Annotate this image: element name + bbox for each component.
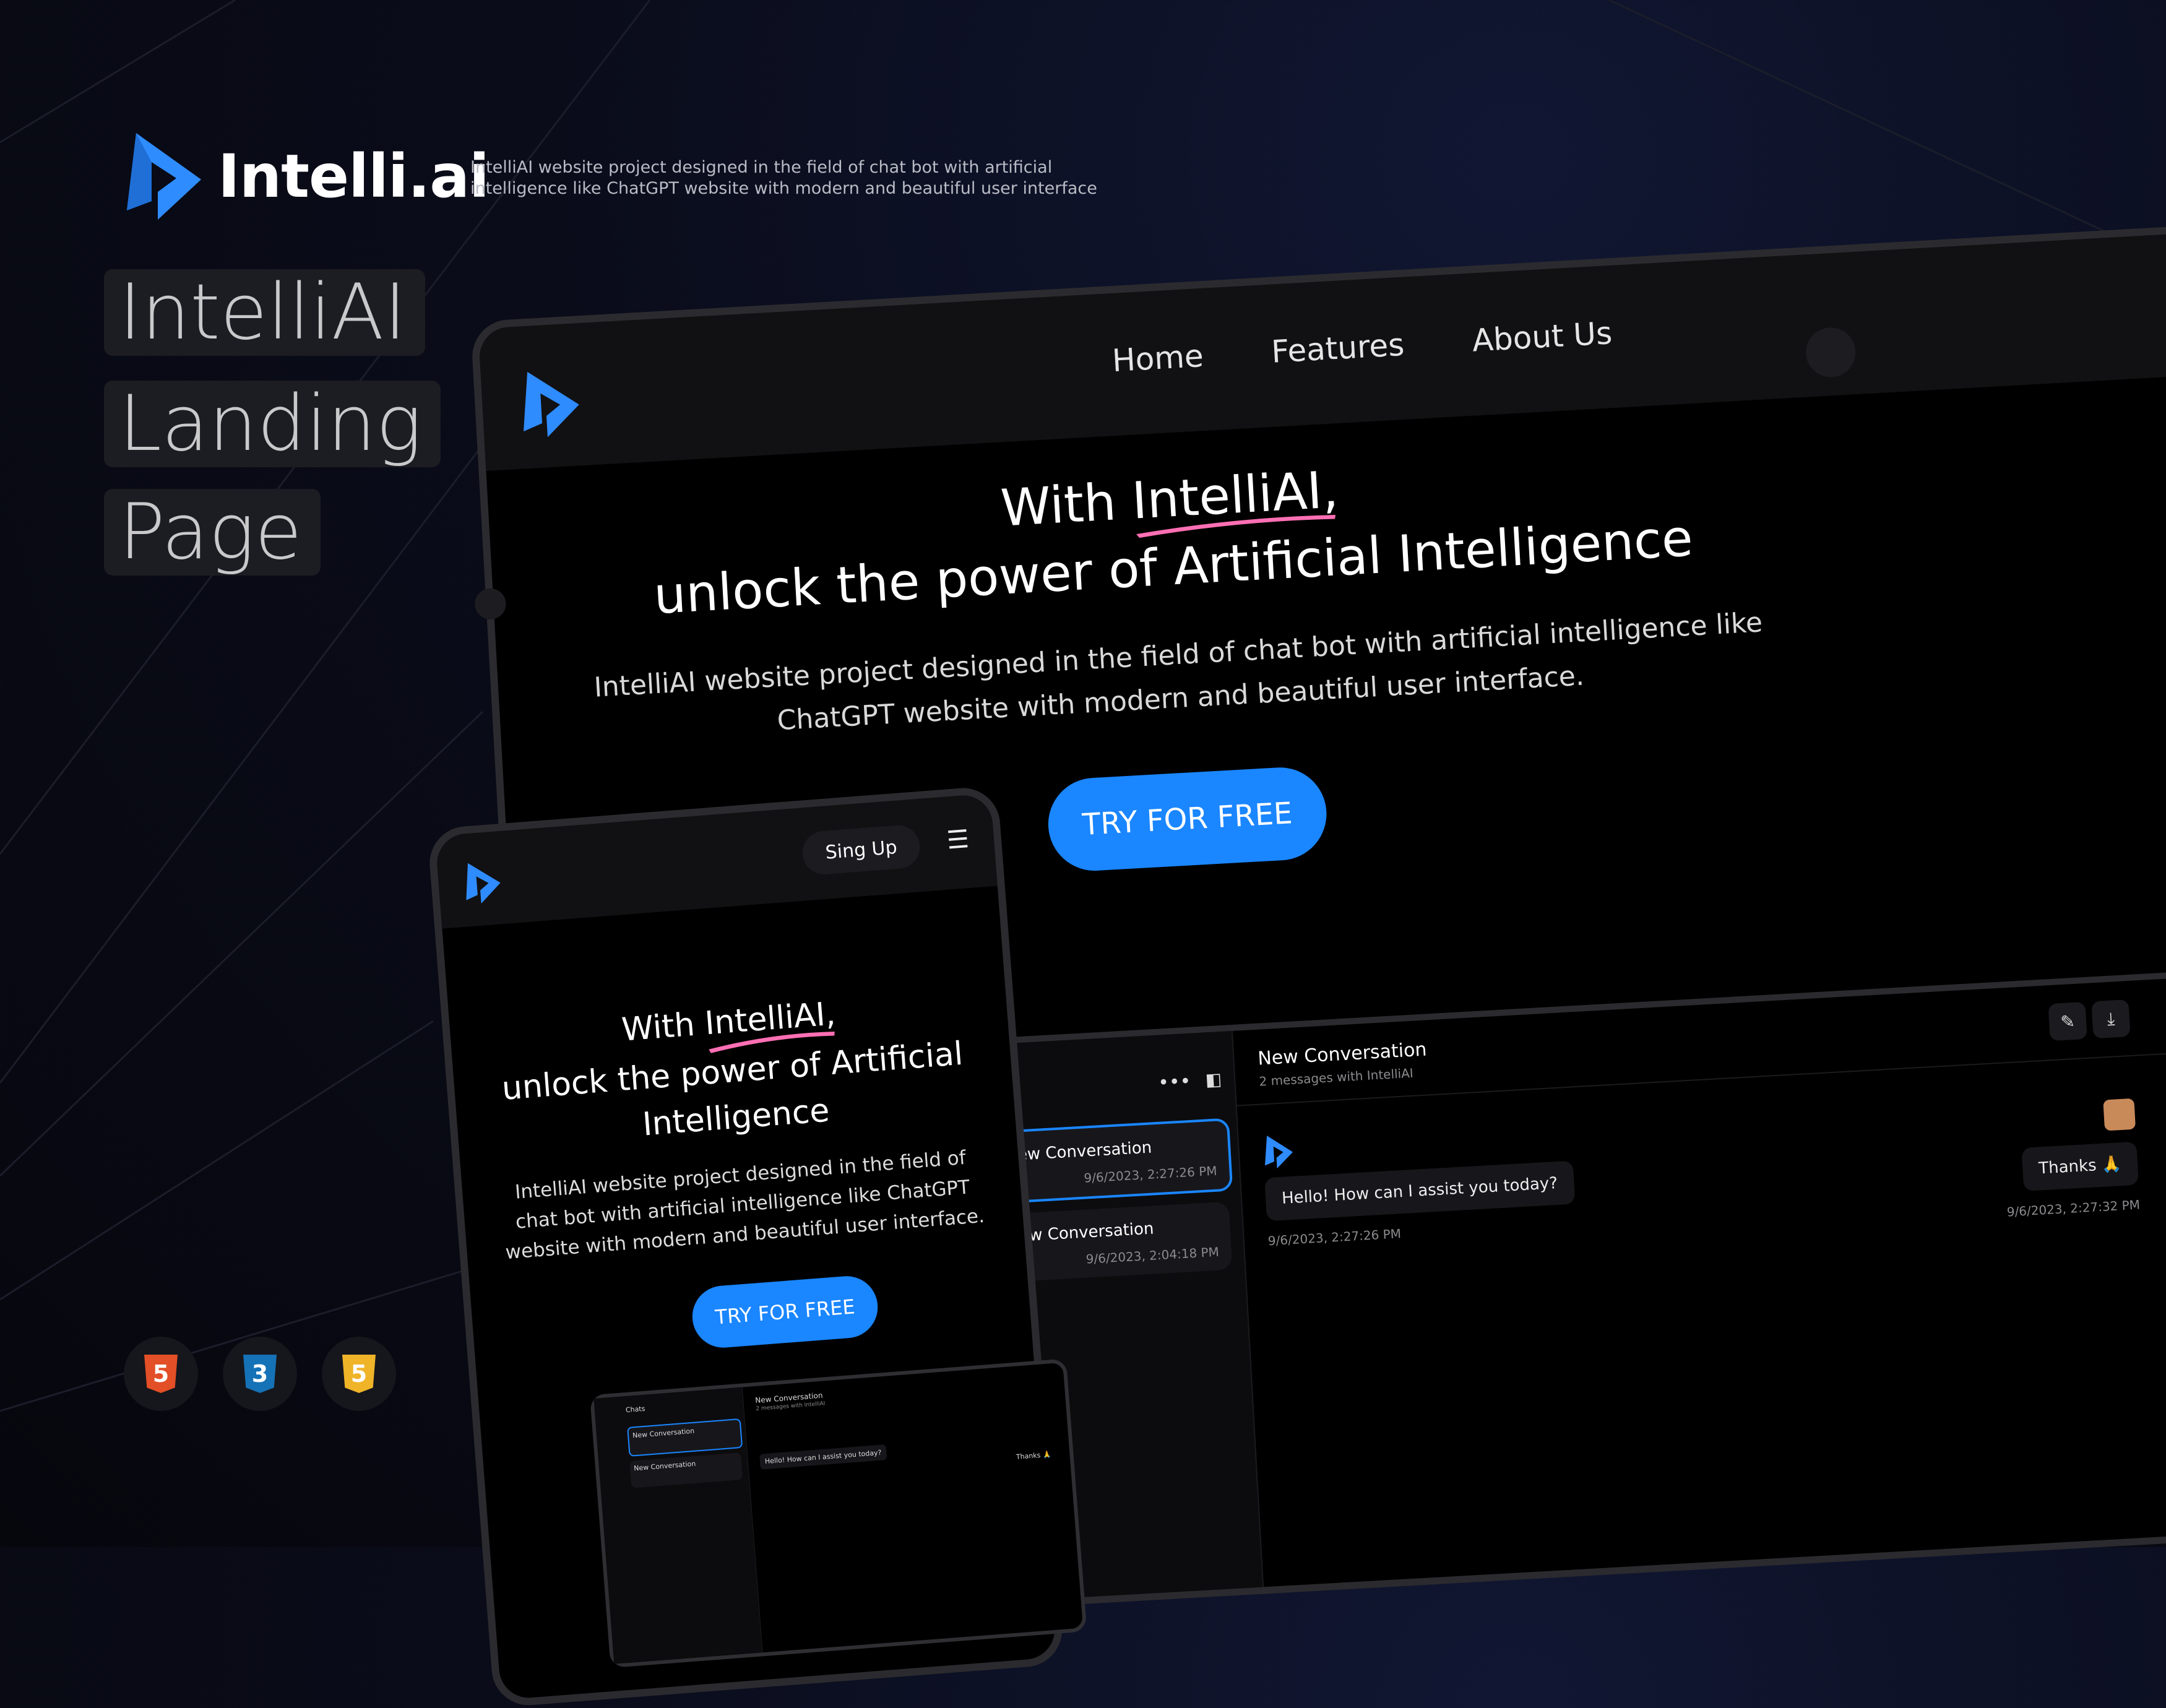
mini-conversation-item[interactable]: New Conversation <box>629 1452 743 1488</box>
brand-logo: Intelli.ai <box>124 130 490 223</box>
hero-prefix: With <box>999 472 1134 538</box>
tech-css3: 3 <box>223 1337 297 1411</box>
conversation-title: New Conversation <box>1004 1138 1152 1165</box>
tech-js: 5 <box>322 1337 396 1411</box>
chat-main: New Conversation 2 messages with Intelli… <box>1231 978 2166 1587</box>
mini-user-message: Thanks 🙏 <box>1016 1450 1051 1461</box>
conversation-date: 9/6/2023, 2:04:18 PM <box>1085 1244 1220 1267</box>
logo-icon <box>524 371 579 438</box>
sidebar-toggle-icon[interactable]: ◧ <box>1205 1069 1222 1090</box>
sign-up-button[interactable]: Sing Up <box>801 824 922 876</box>
nav-home[interactable]: Home <box>1111 338 1205 379</box>
html5-icon: 5 <box>144 1355 178 1393</box>
tablet-logo[interactable] <box>462 859 504 909</box>
conversation-date: 9/6/2023, 2:27:26 PM <box>1083 1163 1218 1186</box>
edit-icon[interactable]: ✎ <box>2048 1001 2087 1042</box>
user-avatar <box>2103 1098 2136 1131</box>
logo-icon <box>127 133 201 220</box>
brand-description: IntelliAI website project designed in th… <box>470 158 1097 198</box>
title-line-1: IntelliAI <box>104 269 425 356</box>
try-for-free-button[interactable]: TRY FOR FREE <box>690 1274 880 1350</box>
tablet-mockup: Sing Up ☰ With IntelliAI, unlock the pow… <box>427 785 1087 1708</box>
css3-icon: 3 <box>243 1355 277 1393</box>
chat-title: New Conversation <box>1257 1038 1428 1070</box>
bot-avatar-icon <box>1265 1136 1293 1169</box>
hero-prefix: With <box>620 1005 707 1049</box>
desktop-subtitle: IntelliAI website project designed in th… <box>593 606 1764 737</box>
download-icon[interactable]: ⤓ <box>2091 999 2131 1039</box>
logo-icon <box>466 863 501 904</box>
more-icon[interactable]: ••• <box>1157 1071 1191 1094</box>
title-line-3: Page <box>104 489 321 576</box>
try-for-free-button[interactable]: TRY FOR FREE <box>1045 765 1329 874</box>
bot-message: Hello! How can I assist you today? <box>1264 1160 1575 1222</box>
chat-subtitle: 2 messages with IntelliAI <box>1258 1065 1414 1089</box>
mini-conv-title: New Conversation <box>633 1459 696 1473</box>
user-message: Thanks 🙏 <box>2021 1141 2139 1191</box>
menu-icon[interactable]: ☰ <box>946 825 970 855</box>
mini-bot-message: Hello! How can I assist you today? <box>759 1444 887 1470</box>
bot-message-time: 9/6/2023, 2:27:26 PM <box>1267 1226 1402 1249</box>
tablet-subtitle: IntelliAI website project designed in th… <box>504 1146 986 1264</box>
title-line-2: Landing <box>104 381 441 467</box>
mini-chat-preview: Chats New Conversation New Conversation … <box>589 1358 1087 1668</box>
js-icon: 5 <box>342 1355 376 1393</box>
tech-html5: 5 <box>124 1337 198 1411</box>
nav-features[interactable]: Features <box>1271 327 1405 370</box>
user-message-time: 9/6/2023, 2:27:32 PM <box>2006 1197 2141 1220</box>
desktop-nav: Home Features About Us <box>1111 315 1613 379</box>
hero-brand: IntelliAI, <box>703 991 837 1053</box>
desktop-logo[interactable] <box>517 366 583 443</box>
mini-chats-label: Chats <box>625 1404 645 1415</box>
chat-mockup: ••• ◧ New Conversation 9/6/2023, 2:27:26… <box>965 971 2166 1608</box>
mini-sidebar: Chats New Conversation New Conversation <box>593 1387 763 1664</box>
nav-about-us[interactable]: About Us <box>1471 315 1613 359</box>
mini-conversation-item[interactable]: New Conversation <box>627 1418 743 1457</box>
mini-conv-title: New Conversation <box>632 1426 695 1440</box>
brand-name: Intelli.ai <box>218 142 490 211</box>
hero-brand: IntelliAI, <box>1131 460 1340 538</box>
